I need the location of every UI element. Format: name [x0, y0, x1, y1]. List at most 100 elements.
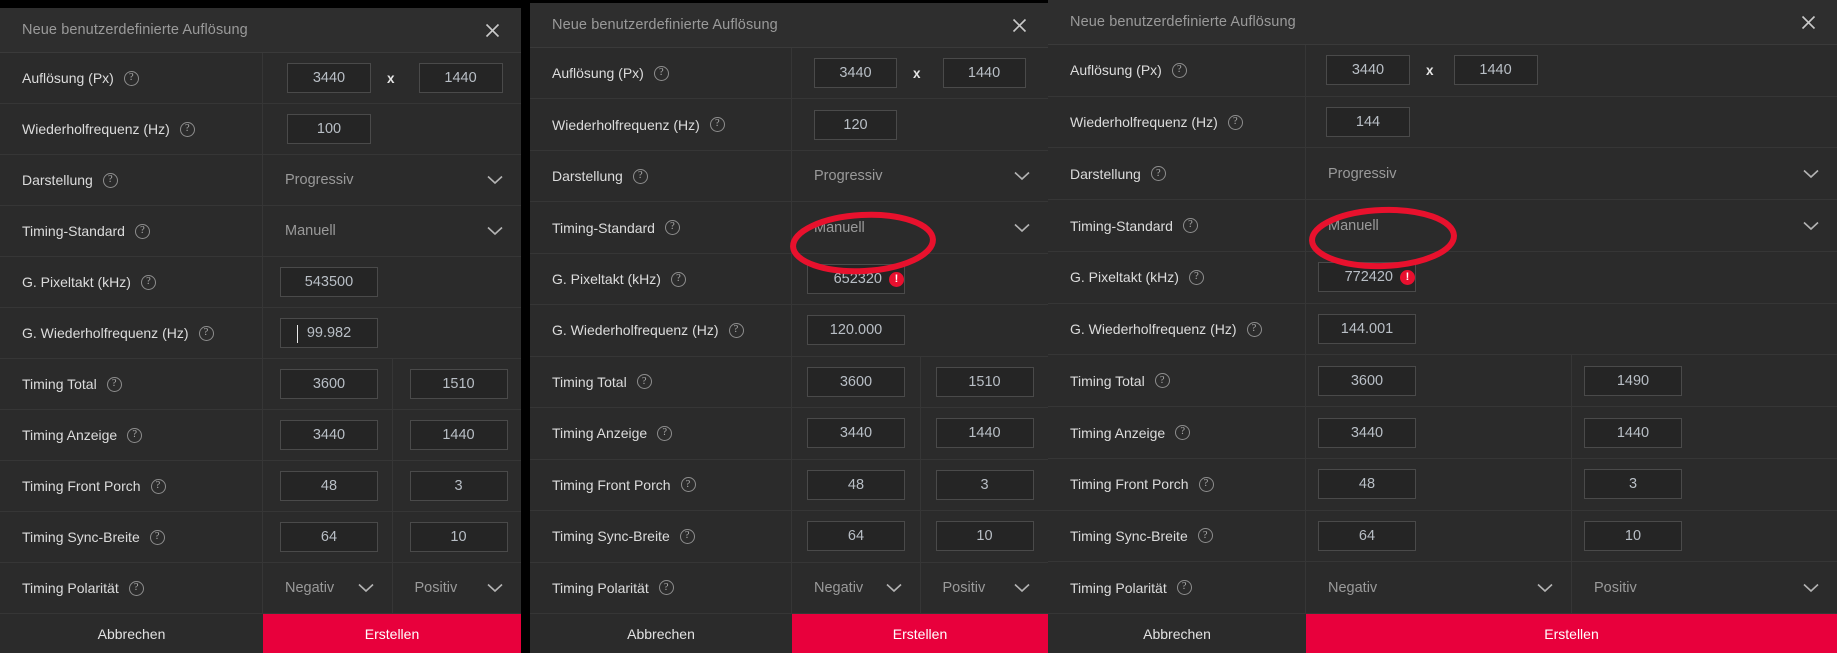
help-icon[interactable]: ? [127, 427, 143, 443]
g-refresh-rate-input[interactable]: 99.982 [280, 318, 378, 348]
resolution-width-input[interactable]: 3440 [1326, 55, 1410, 86]
front-porch-vertical-input[interactable]: 3 [409, 471, 508, 501]
timing-total-vertical-input[interactable]: 1510 [935, 366, 1034, 397]
resolution-width-input[interactable]: 3440 [287, 63, 371, 93]
help-icon[interactable]: ? [134, 223, 150, 239]
field-value: 48 [1358, 476, 1376, 493]
timing-total-vertical-input[interactable]: 1490 [1584, 365, 1682, 396]
timing-display-horizontal-input[interactable]: 3440 [1318, 417, 1416, 448]
polarity-horizontal-dropdown[interactable]: Negativ [1306, 580, 1571, 596]
timing-display-horizontal-input[interactable]: 3440 [280, 420, 378, 450]
timing-display-vertical-input[interactable]: 1440 [935, 418, 1034, 449]
help-icon[interactable]: ? [1182, 218, 1198, 234]
front-porch-vertical-input[interactable]: 3 [1584, 469, 1682, 500]
help-icon[interactable]: ? [128, 580, 144, 596]
front-porch-horizontal-input[interactable]: 48 [807, 469, 905, 500]
timing-total-vertical-input[interactable]: 1510 [409, 369, 508, 399]
help-icon[interactable]: ? [1176, 580, 1192, 596]
help-icon[interactable]: ? [632, 168, 648, 184]
front-porch-horizontal-input[interactable]: 48 [1318, 469, 1416, 500]
polarity-vertical-dropdown[interactable]: Positiv [393, 580, 522, 596]
help-icon[interactable]: ? [1188, 269, 1204, 285]
close-icon[interactable] [1795, 9, 1821, 35]
help-icon[interactable]: ? [1227, 114, 1243, 130]
timing-display-vertical-input[interactable]: 1440 [409, 420, 508, 450]
cancel-button[interactable]: Abbrechen [0, 614, 263, 653]
polarity-horizontal-dropdown[interactable]: Negativ [263, 580, 392, 596]
help-icon[interactable]: ? [658, 580, 674, 596]
help-icon[interactable]: ? [657, 425, 673, 441]
field-value: 1490 [1616, 372, 1650, 389]
sync-width-vertical-input[interactable]: 10 [409, 522, 508, 552]
help-icon[interactable]: ? [102, 172, 118, 188]
pixel-clock-input[interactable]: 543500 [280, 267, 378, 297]
help-icon[interactable]: ? [198, 325, 214, 341]
cancel-button[interactable]: Abbrechen [530, 614, 792, 653]
refresh-rate-input[interactable]: 120 [814, 109, 897, 140]
help-icon[interactable]: ? [679, 528, 695, 544]
sync-width-horizontal-input[interactable]: 64 [1318, 520, 1416, 551]
help-icon[interactable]: ? [709, 117, 725, 133]
timing-standard-dropdown[interactable]: Manuell [1306, 218, 1837, 234]
help-icon[interactable]: ? [1197, 528, 1213, 544]
value-timing-total-h: 3600 [1306, 355, 1572, 407]
help-icon[interactable]: ? [1175, 425, 1191, 440]
sync-width-vertical-input[interactable]: 10 [935, 521, 1034, 552]
field-value: 3440 [839, 425, 873, 442]
help-icon[interactable]: ? [680, 477, 696, 493]
cancel-button[interactable]: Abbrechen [1048, 614, 1306, 653]
presentation-dropdown[interactable]: Progressiv [263, 172, 521, 188]
resolution-height-input[interactable]: 1440 [942, 58, 1026, 89]
create-button[interactable]: Erstellen [263, 614, 521, 653]
help-icon[interactable]: ? [106, 376, 122, 392]
timing-display-horizontal-input[interactable]: 3440 [807, 418, 905, 449]
front-porch-horizontal-input[interactable]: 48 [280, 471, 378, 501]
help-icon[interactable]: ? [1171, 62, 1187, 78]
sync-width-vertical-input[interactable]: 10 [1584, 520, 1682, 551]
pixel-clock-input[interactable]: 772420 ! [1318, 262, 1416, 293]
help-icon[interactable]: ? [149, 529, 165, 545]
sync-width-horizontal-input[interactable]: 64 [280, 522, 378, 552]
timing-total-horizontal-input[interactable]: 3600 [807, 366, 905, 397]
resolution-width-input[interactable]: 3440 [814, 58, 897, 89]
help-icon[interactable]: ? [1198, 476, 1214, 492]
help-icon[interactable]: ? [636, 374, 652, 390]
x-separator: x [387, 70, 395, 86]
presentation-dropdown[interactable]: Progressiv [792, 168, 1048, 184]
create-button[interactable]: Erstellen [792, 614, 1048, 653]
sync-width-horizontal-input[interactable]: 64 [807, 521, 905, 552]
help-icon[interactable]: ? [150, 478, 166, 494]
help-icon[interactable]: ? [728, 322, 744, 338]
g-refresh-rate-input[interactable]: 120.000 [807, 315, 905, 346]
close-icon[interactable] [1006, 12, 1032, 38]
polarity-horizontal-dropdown[interactable]: Negativ [792, 580, 920, 596]
close-icon[interactable] [479, 17, 505, 43]
timing-total-horizontal-input[interactable]: 3600 [1318, 365, 1416, 396]
help-icon[interactable]: ? [179, 121, 195, 137]
help-icon[interactable]: ? [670, 271, 686, 287]
timing-display-vertical-input[interactable]: 1440 [1584, 417, 1682, 448]
timing-total-horizontal-input[interactable]: 3600 [280, 369, 378, 399]
timing-standard-dropdown[interactable]: Manuell [263, 223, 521, 239]
presentation-dropdown[interactable]: Progressiv [1306, 166, 1837, 182]
field-value: 144.001 [1340, 321, 1394, 338]
polarity-vertical-dropdown[interactable]: Positiv [921, 580, 1049, 596]
help-icon[interactable]: ? [1154, 373, 1170, 389]
help-icon[interactable]: ? [653, 65, 669, 81]
polarity-vertical-dropdown[interactable]: Positiv [1572, 580, 1837, 596]
value-polarity-v: Positiv [393, 563, 522, 613]
resolution-height-input[interactable]: 1440 [418, 63, 503, 93]
resolution-height-input[interactable]: 1440 [1453, 55, 1538, 86]
help-icon[interactable]: ? [1150, 166, 1166, 182]
help-icon[interactable]: ? [123, 70, 139, 86]
help-icon[interactable]: ? [140, 274, 156, 290]
refresh-rate-input[interactable]: 100 [287, 114, 371, 144]
pixel-clock-input[interactable]: 652320 ! [807, 264, 905, 295]
create-button[interactable]: Erstellen [1306, 614, 1837, 653]
help-icon[interactable]: ? [664, 220, 680, 236]
help-icon[interactable]: ? [1246, 321, 1262, 337]
timing-standard-dropdown[interactable]: Manuell [792, 220, 1048, 236]
front-porch-vertical-input[interactable]: 3 [935, 469, 1034, 500]
g-refresh-rate-input[interactable]: 144.001 [1318, 314, 1416, 345]
refresh-rate-input[interactable]: 144 [1326, 107, 1410, 138]
